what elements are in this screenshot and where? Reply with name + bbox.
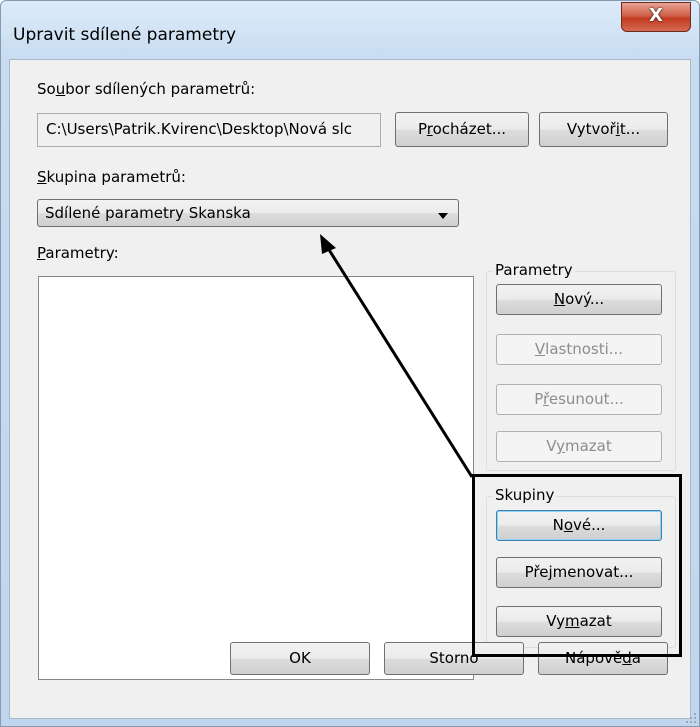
title-bar[interactable]: Upravit sdílené parametry X: [1, 1, 699, 45]
window-title: Upravit sdílené parametry: [13, 25, 237, 45]
parameters-groupbox-legend: Parametry: [493, 261, 575, 279]
parameter-properties-button[interactable]: Vlastnosti...: [496, 334, 662, 365]
shared-file-label: Soubor sdílených parametrů:: [37, 80, 256, 98]
close-icon: X: [649, 5, 663, 26]
parameter-group-label: Skupina parametrů:: [37, 168, 186, 186]
annotation-highlight-box: [472, 474, 682, 657]
parameter-group-selected: Sdílené parametry Skanska: [45, 204, 251, 222]
resize-grip-icon[interactable]: [685, 712, 697, 724]
move-parameter-button[interactable]: Přesunout...: [496, 384, 662, 415]
delete-parameter-button[interactable]: Vymazat: [496, 431, 662, 462]
browse-button[interactable]: Procházet...: [395, 112, 529, 147]
parameter-group-dropdown[interactable]: Sdílené parametry Skanska: [37, 199, 459, 227]
create-button[interactable]: Vytvořit...: [539, 112, 668, 147]
new-parameter-button[interactable]: Nový...: [496, 284, 662, 315]
chevron-down-icon: [438, 213, 448, 219]
close-button[interactable]: X: [621, 2, 691, 32]
parameters-list-label: Parametry:: [37, 244, 119, 262]
shared-file-path-field[interactable]: C:\Users\Patrik.Kvirenc\Desktop\Nová slc: [37, 113, 381, 147]
ok-button[interactable]: OK: [230, 642, 370, 675]
parameters-listbox[interactable]: [38, 276, 474, 680]
